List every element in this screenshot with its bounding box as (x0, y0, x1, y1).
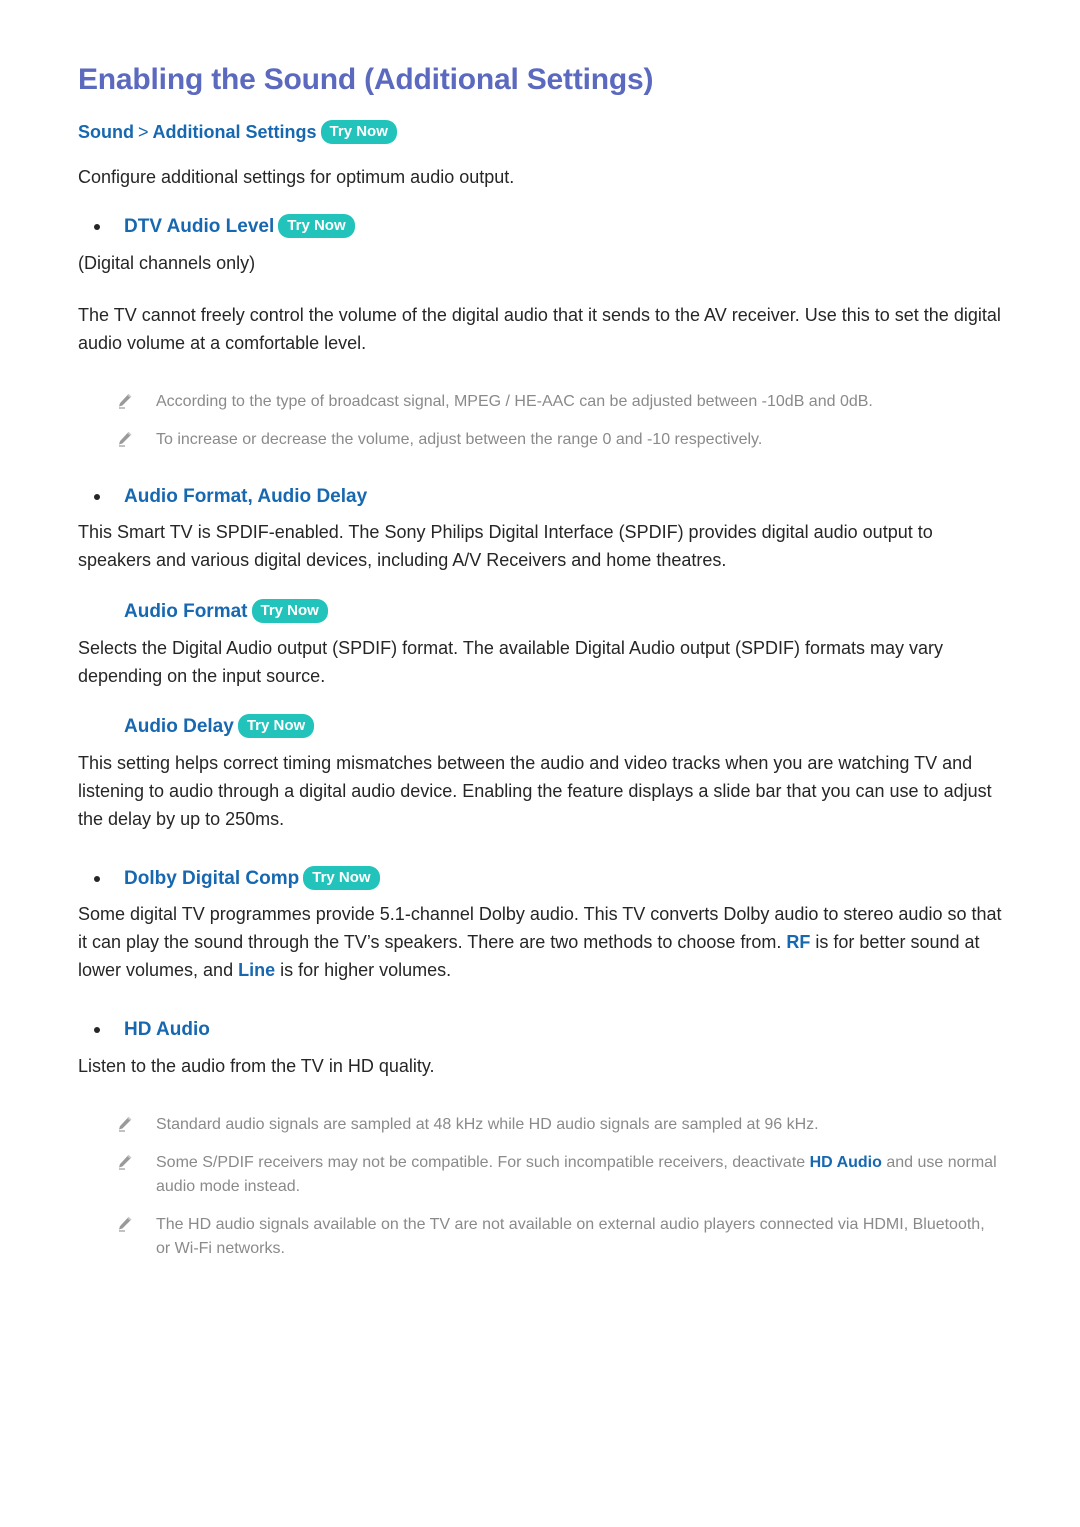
note-text: Some S/PDIF receivers may not be compati… (156, 1153, 810, 1171)
audio-delay-body: This setting helps correct timing mismat… (78, 753, 992, 829)
section-heading-dtv-audio-level: DTV Audio Level Try Now (78, 214, 1002, 240)
try-now-badge-breadcrumb[interactable]: Try Now (320, 120, 397, 144)
audio-format-body: Selects the Digital Audio output (SPDIF)… (78, 637, 944, 686)
note-item: To increase or decrease the volume, adju… (78, 428, 1002, 452)
subsection-heading-audio-delay: Audio Delay Try Now (78, 714, 1002, 740)
breadcrumb-separator-icon: > (138, 122, 149, 142)
hd-audio-body: Listen to the audio from the TV in HD qu… (78, 1055, 435, 1076)
note-item: The HD audio signals available on the TV… (78, 1213, 1002, 1261)
section-heading-hd-audio: HD Audio (78, 1017, 1002, 1043)
audio-format-delay-body: This Smart TV is SPDIF-enabled. The Sony… (78, 522, 933, 571)
section-heading-label: DTV Audio Level (124, 216, 275, 238)
keyword-line: Line (238, 960, 276, 981)
bullet-dot-icon (94, 224, 100, 231)
subsection-heading-audio-format: Audio Format Try Now (78, 599, 1002, 625)
section-heading-audio-format-audio-delay: Audio Format, Audio Delay (78, 484, 1002, 510)
page-title: Enabling the Sound (Additional Settings) (78, 63, 654, 96)
pencil-icon (116, 430, 134, 448)
breadcrumb-item-leaf[interactable]: Additional Settings (153, 122, 317, 142)
keyword-rf: RF (786, 932, 811, 953)
note-text: According to the type of broadcast signa… (156, 392, 873, 410)
intro-paragraph: Configure additional settings for optimu… (78, 167, 515, 188)
section-heading-label: HD Audio (124, 1019, 210, 1041)
breadcrumb: Sound > Additional Settings Try Now (78, 120, 1002, 144)
note-item: Some S/PDIF receivers may not be compati… (78, 1151, 1002, 1199)
bullet-dot-icon (94, 1027, 100, 1034)
dtv-audio-level-qualifier: (Digital channels only) (78, 252, 256, 273)
section-heading-label: Audio Format, Audio Delay (124, 485, 368, 507)
try-now-badge-dtv-audio-level[interactable]: Try Now (278, 214, 355, 239)
try-now-badge-audio-delay[interactable]: Try Now (237, 714, 315, 739)
dtv-audio-level-body: The TV cannot freely control the volume … (78, 304, 1001, 353)
section-heading-dolby-digital-comp: Dolby Digital Comp Try Now (78, 865, 1002, 892)
pencil-icon (116, 392, 134, 410)
subsection-heading-label: Audio Delay (124, 716, 234, 738)
note-text: To increase or decrease the volume, adju… (156, 430, 763, 448)
pencil-icon (116, 1215, 134, 1233)
dolby-body-part3: is for higher volumes. (275, 960, 452, 981)
breadcrumb-item-root[interactable]: Sound (78, 122, 134, 142)
try-now-badge-dolby-digital-comp[interactable]: Try Now (303, 865, 380, 890)
pencil-icon (116, 1153, 134, 1171)
pencil-icon (116, 1115, 134, 1133)
note-highlight-hd-audio: HD Audio (809, 1153, 882, 1171)
try-now-badge-audio-format[interactable]: Try Now (251, 599, 328, 624)
subsection-heading-label: Audio Format (124, 601, 248, 623)
bullet-dot-icon (94, 493, 100, 500)
section-heading-label: Dolby Digital Comp (124, 867, 300, 889)
note-item: According to the type of broadcast signa… (78, 390, 1002, 414)
note-text: The HD audio signals available on the TV… (156, 1215, 985, 1257)
note-text: Standard audio signals are sampled at 48… (156, 1115, 819, 1133)
bullet-dot-icon (94, 875, 100, 882)
document-page: Enabling the Sound (Additional Settings)… (0, 0, 1080, 1527)
dolby-digital-comp-body: Some digital TV programmes provide 5.1-c… (78, 901, 1002, 985)
note-item: Standard audio signals are sampled at 48… (78, 1113, 1002, 1137)
